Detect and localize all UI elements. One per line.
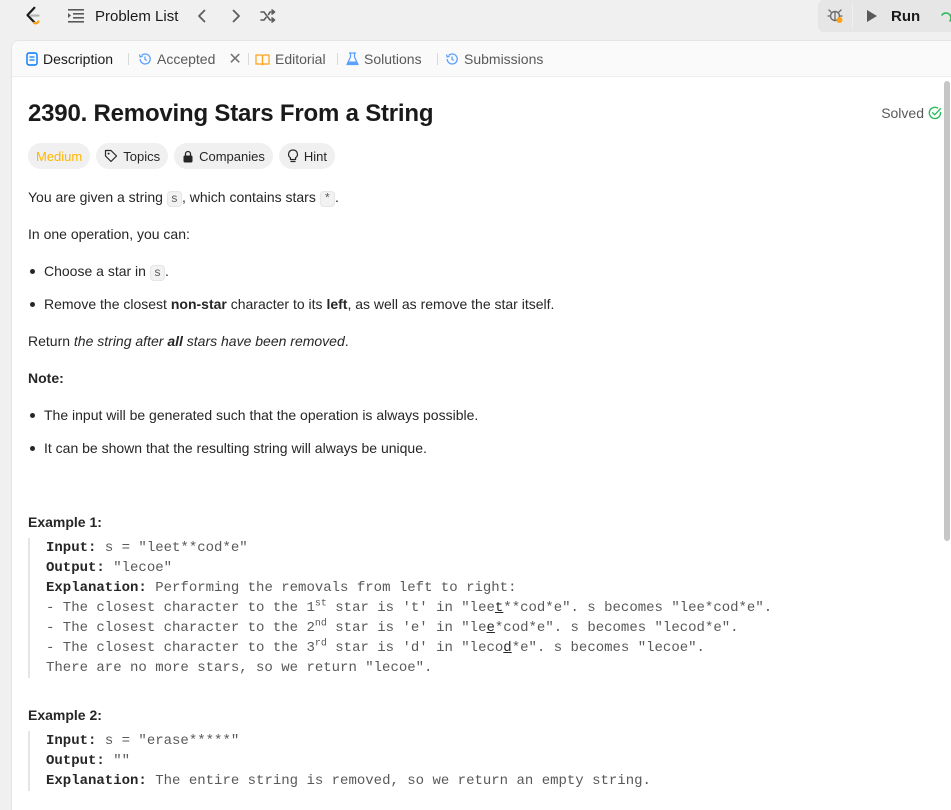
example-1-title: Example 1: [28, 514, 102, 530]
hint-tag[interactable]: Hint [278, 143, 335, 169]
tab-editorial[interactable]: Editorial [255, 50, 326, 68]
tab-label: Submissions [464, 51, 544, 67]
solved-status: Solved [881, 105, 942, 121]
difficulty-badge: Medium [28, 143, 91, 169]
inline-code: * [319, 191, 335, 207]
run-button[interactable]: Run [891, 8, 920, 25]
run-divider [852, 4, 853, 28]
solved-label: Solved [881, 105, 924, 121]
tab-label: Description [43, 51, 114, 67]
history-icon [138, 53, 151, 65]
example-2-title: Example 2: [28, 707, 102, 723]
problem-list-icon[interactable] [68, 9, 84, 23]
play-icon[interactable] [866, 9, 878, 23]
desc-paragraph: Return the string after all stars have b… [28, 333, 349, 349]
history-icon [445, 53, 458, 65]
bullet [30, 446, 35, 451]
book-icon [255, 53, 270, 65]
tab-label: Solutions [364, 51, 422, 67]
debug-icon[interactable] [826, 6, 844, 24]
tab-solutions[interactable]: Solutions [346, 50, 422, 68]
tab-accepted[interactable]: Accepted ✕ [138, 50, 242, 68]
tab-label: Editorial [275, 51, 326, 67]
cloud-upload-icon[interactable] [938, 7, 951, 25]
bullet [30, 413, 35, 418]
topics-label: Topics [123, 148, 161, 164]
tab-bar: Description Accepted ✕ Editorial Solutio… [12, 41, 951, 77]
companies-tag[interactable]: Companies [174, 143, 273, 169]
list-item: Choose a star in s. [30, 261, 169, 283]
tab-divider [337, 53, 338, 65]
close-icon[interactable]: ✕ [228, 49, 241, 69]
bullet [30, 269, 35, 274]
tab-divider [437, 53, 438, 65]
desc-paragraph: You are given a string s, which contains… [28, 189, 339, 207]
list-item: Remove the closest non-star character to… [30, 294, 554, 314]
inline-code: s [149, 265, 166, 281]
example-1-block: Input: s = "leet**cod*e" Output: "lecoe"… [28, 538, 772, 678]
check-circle-icon [928, 106, 942, 120]
tab-label: Accepted [157, 51, 216, 67]
tab-divider [128, 53, 129, 65]
tag-icon [105, 149, 118, 163]
leetcode-logo-icon[interactable] [22, 5, 44, 27]
scrollbar[interactable] [944, 81, 950, 541]
document-icon [26, 52, 38, 66]
problem-tags: Medium Topics Companies Hint [28, 143, 335, 169]
note-heading: Note: [28, 370, 64, 386]
inline-code: s [166, 191, 182, 207]
tab-submissions[interactable]: Submissions [445, 50, 543, 68]
example-2-block: Input: s = "erase*****" Output: "" Expla… [28, 731, 651, 791]
companies-label: Companies [199, 148, 265, 164]
list-item: It can be shown that the resulting strin… [30, 438, 427, 458]
desc-paragraph: In one operation, you can: [28, 226, 190, 242]
next-problem-icon[interactable] [227, 7, 245, 25]
description-panel: Description Accepted ✕ Editorial Solutio… [11, 40, 951, 810]
tab-description[interactable]: Description [26, 50, 113, 68]
flask-icon [346, 52, 359, 66]
topics-tag[interactable]: Topics [96, 143, 169, 169]
shuffle-icon[interactable] [259, 7, 277, 25]
hint-label: Hint [303, 148, 327, 164]
lock-icon [183, 150, 193, 162]
prev-problem-icon[interactable] [193, 7, 211, 25]
bullet [30, 302, 35, 307]
lightbulb-icon [287, 149, 298, 163]
list-item: The input will be generated such that th… [30, 405, 478, 425]
top-bar: Problem List Run [0, 0, 951, 34]
tab-divider [248, 53, 249, 65]
problem-title[interactable]: 2390. Removing Stars From a String [28, 100, 434, 128]
problem-list-link[interactable]: Problem List [95, 8, 178, 25]
